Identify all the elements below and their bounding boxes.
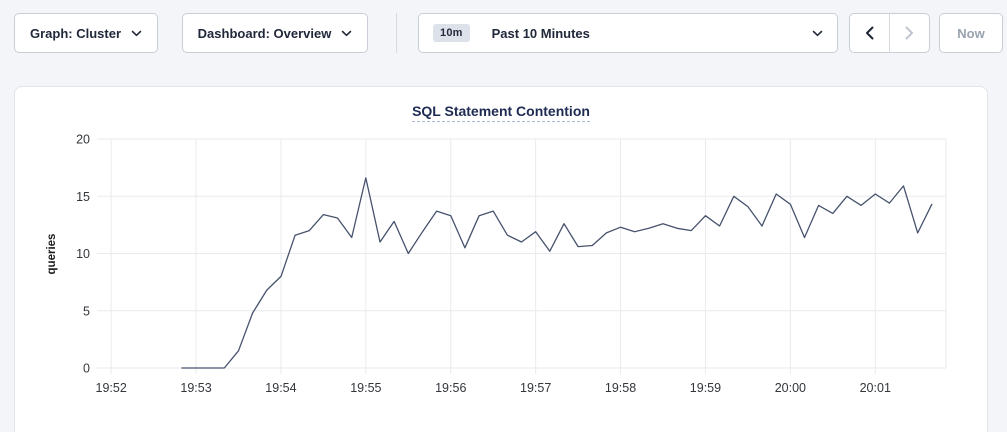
- chart-panel: SQL Statement Contention 0 5 10 15 20 19:52 19…: [14, 86, 988, 432]
- y-tick-label: 15: [76, 190, 90, 204]
- time-forward-button[interactable]: [889, 14, 929, 52]
- time-nav-group: [849, 13, 930, 53]
- now-button-label: Now: [957, 26, 984, 41]
- x-tick-label: 19:58: [605, 381, 636, 395]
- x-tick-label: 19:59: [690, 381, 721, 395]
- x-tick-label: 19:54: [265, 381, 296, 395]
- dashboard-dropdown[interactable]: Dashboard: Overview: [182, 13, 368, 53]
- chart-title-row: SQL Statement Contention: [15, 103, 987, 121]
- x-tick-label: 19:56: [435, 381, 466, 395]
- series-line: [182, 178, 932, 368]
- x-tick-label: 20:00: [775, 381, 806, 395]
- x-tick-label: 19:53: [180, 381, 211, 395]
- chart-title[interactable]: SQL Statement Contention: [412, 103, 590, 122]
- y-tick-label: 20: [76, 133, 90, 147]
- time-back-button[interactable]: [850, 14, 889, 52]
- chevron-down-icon: [131, 30, 142, 37]
- toolbar-divider: [396, 13, 397, 53]
- chevron-down-icon: [812, 30, 823, 37]
- x-tick-label: 19:52: [96, 381, 127, 395]
- x-tick-label: 19:57: [520, 381, 551, 395]
- x-tick-label: 20:01: [860, 381, 891, 395]
- now-button[interactable]: Now: [939, 13, 1003, 53]
- contention-chart[interactable]: 0 5 10 15 20 19:52 19:53 19:54 19:55 19:56 19:57 19…: [15, 87, 989, 427]
- dashboard-dropdown-label: Dashboard: Overview: [198, 26, 332, 41]
- graph-dropdown[interactable]: Graph: Cluster: [14, 13, 158, 53]
- chevron-right-icon: [905, 26, 914, 40]
- chevron-left-icon: [865, 26, 874, 40]
- x-tick-label: 19:55: [350, 381, 381, 395]
- y-tick-label: 0: [83, 362, 90, 376]
- graph-dropdown-label: Graph: Cluster: [30, 26, 121, 41]
- y-tick-label: 10: [76, 247, 90, 261]
- chevron-down-icon: [341, 30, 352, 37]
- y-tick-label: 5: [83, 304, 90, 318]
- time-range-label: Past 10 Minutes: [492, 26, 590, 41]
- metrics-page: Graph: Cluster Dashboard: Overview 10m P…: [0, 0, 1007, 432]
- y-axis-label: queries: [46, 234, 58, 275]
- time-range-dropdown[interactable]: 10m Past 10 Minutes: [418, 13, 838, 53]
- time-range-badge: 10m: [433, 24, 470, 42]
